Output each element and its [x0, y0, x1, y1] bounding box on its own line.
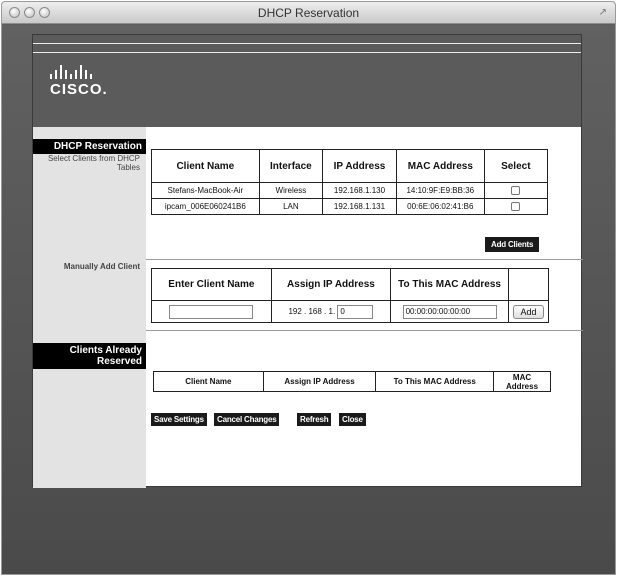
column-header: MAC Address — [493, 371, 551, 392]
ip-last-octet-input[interactable]: 0 — [337, 304, 374, 319]
router-panel: CISCO. DHCP Reservation Select Clients f… — [32, 34, 583, 488]
client-name-cell: Stefans-MacBook-Air — [151, 182, 260, 199]
add-button[interactable]: Add — [513, 304, 544, 319]
browser-window: DHCP Reservation ↗ CISCO. DHCP Reservati… — [1, 1, 616, 575]
mac-cell: 00:00:00:00:00:00 — [390, 300, 509, 323]
cisco-logo-bars-icon — [50, 65, 108, 79]
logo-text: CISCO. — [50, 81, 108, 98]
table-row: Stefans-MacBook-Air Wireless 192.168.1.1… — [151, 182, 549, 199]
refresh-button[interactable]: Refresh — [297, 413, 332, 426]
client-name-input[interactable] — [169, 304, 254, 319]
interface-cell: Wireless — [258, 182, 324, 199]
mac-cell: 00:6E:06:02:41:B6 — [395, 198, 485, 215]
column-header: Client Name — [151, 149, 260, 183]
column-header: Interface — [258, 149, 324, 183]
column-header: Select — [483, 149, 549, 183]
header-divider — [33, 43, 581, 44]
column-header: MAC Address — [395, 149, 485, 183]
column-header: IP Address — [322, 149, 397, 183]
section-heading-clients-reserved: Clients Already Reserved — [33, 343, 146, 369]
column-header: To This MAC Address — [375, 371, 495, 392]
cisco-logo: CISCO. — [50, 65, 108, 98]
add-cell: Add — [508, 300, 549, 323]
ip-prefix: 192 . 168 . 1. — [288, 306, 336, 316]
select-clients-label: Select Clients from DHCP Tables — [47, 154, 140, 173]
column-header: Assign IP Address — [270, 268, 392, 301]
section-divider — [146, 259, 583, 260]
close-button[interactable]: Close — [339, 413, 366, 426]
table-header-row: Enter Client Name Assign IP Address To T… — [151, 268, 549, 301]
table-row: 192 . 168 . 1. 0 00:00:00:00:00:00 Add — [151, 300, 549, 323]
select-cell — [483, 198, 549, 215]
column-header: Assign IP Address — [262, 371, 377, 392]
table-header-row: Client Name Assign IP Address To This MA… — [153, 371, 551, 392]
table-row: ipcam_006E060241B6 LAN 192.168.1.131 00:… — [151, 198, 549, 215]
ip-cell: 192.168.1.131 — [322, 198, 397, 215]
page-background: CISCO. DHCP Reservation Select Clients f… — [2, 25, 615, 574]
column-header: To This MAC Address — [390, 268, 509, 301]
dhcp-clients-table: Client Name Interface IP Address MAC Add… — [151, 149, 549, 215]
reserved-clients-table: Client Name Assign IP Address To This MA… — [153, 371, 551, 392]
mac-address-input[interactable]: 00:00:00:00:00:00 — [402, 304, 497, 319]
select-checkbox[interactable] — [511, 186, 521, 196]
client-name-cell — [151, 300, 272, 323]
manual-add-table: Enter Client Name Assign IP Address To T… — [151, 268, 549, 323]
mac-cell: 14:10:9F:E9:BB:36 — [395, 182, 485, 199]
save-settings-button[interactable]: Save Settings — [151, 413, 207, 426]
header-divider — [33, 52, 581, 53]
select-checkbox[interactable] — [511, 202, 521, 212]
manually-add-label: Manually Add Client — [63, 262, 140, 271]
cancel-changes-button[interactable]: Cancel Changes — [214, 413, 280, 426]
select-cell — [483, 182, 549, 199]
section-heading-dhcp-reservation: DHCP Reservation — [33, 139, 146, 154]
window-title: DHCP Reservation — [257, 6, 360, 20]
ip-cell: 192 . 168 . 1. 0 — [270, 300, 392, 323]
ip-cell: 192.168.1.130 — [322, 182, 397, 199]
table-header-row: Client Name Interface IP Address MAC Add… — [151, 149, 549, 183]
interface-cell: LAN — [258, 198, 324, 215]
add-clients-button[interactable]: Add Clients — [485, 237, 540, 252]
title-bar: DHCP Reservation ↗ — [2, 2, 615, 24]
column-header — [508, 268, 549, 301]
column-header: Client Name — [153, 371, 264, 392]
sidebar: DHCP Reservation Select Clients from DHC… — [33, 127, 146, 488]
column-header: Enter Client Name — [151, 268, 272, 301]
header-banner: CISCO. — [33, 35, 581, 127]
section-divider — [146, 330, 583, 331]
client-name-cell: ipcam_006E060241B6 — [151, 198, 260, 215]
fullscreen-icon[interactable]: ↗ — [599, 7, 607, 18]
